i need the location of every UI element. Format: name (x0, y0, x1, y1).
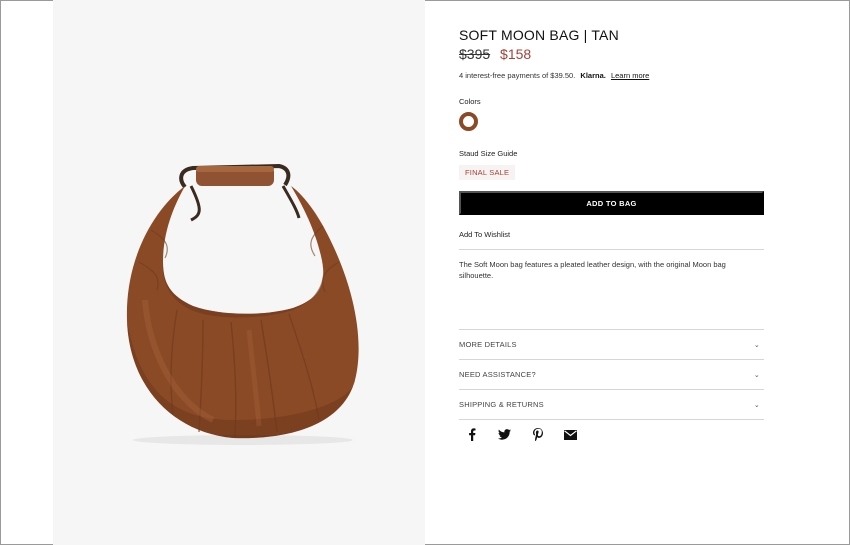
color-swatch-tan[interactable] (459, 112, 478, 131)
social-share (465, 428, 577, 441)
product-image-panel (53, 0, 425, 545)
chevron-down-icon: ⌄ (753, 371, 760, 379)
klarna-text: 4 interest-free payments of $39.50. (459, 71, 576, 80)
email-icon[interactable] (564, 428, 577, 441)
add-to-wishlist-link[interactable]: Add To Wishlist (459, 230, 510, 239)
pinterest-icon[interactable] (531, 428, 544, 441)
product-image[interactable] (53, 0, 425, 545)
klarna-installments: 4 interest-free payments of $39.50. Klar… (459, 71, 649, 80)
chevron-down-icon: ⌄ (753, 401, 760, 409)
accordion-label: NEED ASSISTANCE? (459, 370, 536, 379)
klarna-learn-more-link[interactable]: Learn more (611, 71, 649, 80)
klarna-logo: Klarna. (580, 71, 606, 80)
sale-price: $158 (500, 46, 532, 62)
price-block: $395 $158 (459, 46, 531, 62)
original-price: $395 (459, 46, 491, 62)
accordion-need-assistance[interactable]: NEED ASSISTANCE? ⌄ (459, 360, 764, 389)
divider (459, 419, 764, 420)
product-title: SOFT MOON BAG | TAN (459, 27, 619, 43)
facebook-icon[interactable] (465, 428, 478, 441)
twitter-icon[interactable] (498, 428, 511, 441)
product-description: The Soft Moon bag features a pleated lea… (459, 260, 726, 280)
size-guide-link[interactable]: Staud Size Guide (459, 149, 517, 158)
divider (459, 249, 764, 250)
accordion-shipping-returns[interactable]: SHIPPING & RETURNS ⌄ (459, 390, 764, 419)
accordion-label: MORE DETAILS (459, 340, 517, 349)
final-sale-badge: FINAL SALE (459, 165, 516, 180)
add-to-bag-button[interactable]: ADD TO BAG (459, 191, 764, 215)
chevron-down-icon: ⌄ (753, 341, 760, 349)
accordion-more-details[interactable]: MORE DETAILS ⌄ (459, 330, 764, 359)
accordion-label: SHIPPING & RETURNS (459, 400, 544, 409)
colors-label: Colors (459, 97, 481, 106)
